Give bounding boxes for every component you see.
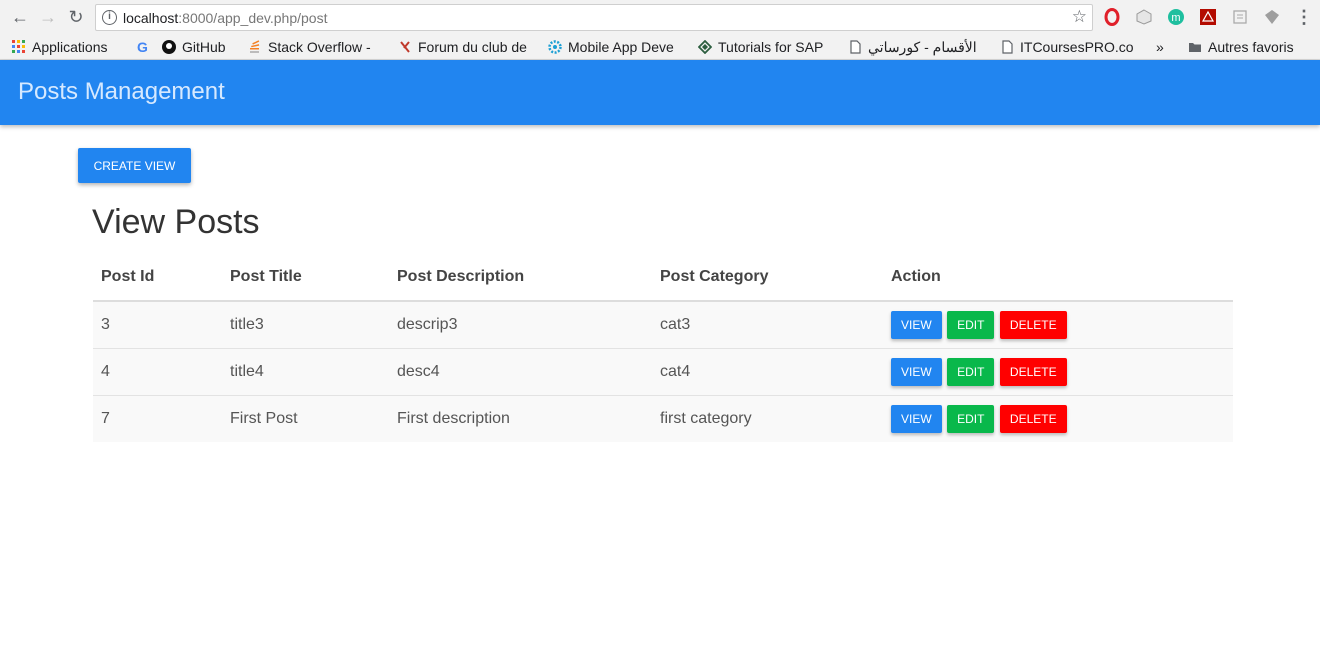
view-button[interactable]: VIEW xyxy=(891,357,942,386)
table-row: 4 title4 desc4 cat4 VIEW EDIT DELETE xyxy=(93,348,1233,396)
post-description-cell: desc4 xyxy=(389,348,652,396)
table-header-row: Post Id Post Title Post Description Post… xyxy=(93,254,1233,302)
apps-grid-icon xyxy=(12,40,25,53)
bookmark-forum-club[interactable]: Forum du club de xyxy=(398,37,536,57)
post-category-cell: cat3 xyxy=(652,301,883,349)
post-description-cell: First description xyxy=(397,409,510,427)
menu-kebab-icon[interactable]: ⋮ xyxy=(1294,7,1314,27)
reader-extension-icon[interactable] xyxy=(1231,8,1249,26)
bookmark-autres-favoris[interactable]: Autres favoris xyxy=(1188,37,1313,57)
post-id-cell: 7 xyxy=(101,409,110,427)
bookmark-stack-overflow[interactable]: Stack Overflow - xyxy=(248,37,386,57)
github-icon xyxy=(162,40,176,54)
m-extension-icon[interactable]: m xyxy=(1167,8,1185,26)
column-header-post-category: Post Category xyxy=(652,254,883,302)
action-cell: VIEW EDIT DELETE xyxy=(883,301,1233,349)
edit-button[interactable]: EDIT xyxy=(947,310,995,339)
post-title-cell: title4 xyxy=(222,348,389,396)
diamond-icon xyxy=(698,40,712,54)
reload-icon[interactable]: ↻ xyxy=(66,7,86,27)
info-icon[interactable]: i xyxy=(102,10,117,25)
bookmark-label: Applications xyxy=(32,39,108,55)
bookmark-label: الأقسام - كورساتي xyxy=(868,39,977,55)
bookmark-label: Forum du club de xyxy=(418,39,527,55)
post-id-cell: 4 xyxy=(93,348,222,396)
app-brand[interactable]: Posts Management xyxy=(18,78,225,106)
bookmark-label: GitHub xyxy=(182,39,226,55)
app-header: Posts Management xyxy=(0,60,1320,125)
delete-button[interactable]: DELETE xyxy=(999,404,1067,433)
bookmark-label: Mobile App Deve xyxy=(568,39,674,55)
bookmark-arabic-courses[interactable]: الأقسام - كورساتي xyxy=(848,37,988,57)
column-header-post-description: Post Description xyxy=(389,254,652,302)
google-icon[interactable]: G xyxy=(137,37,151,57)
bookmark-label: Stack Overflow - xyxy=(268,39,371,55)
bookmark-label: Autres favoris xyxy=(1208,39,1294,55)
svg-text:m: m xyxy=(1171,12,1180,24)
create-view-button[interactable]: CREATE VIEW xyxy=(78,148,191,183)
bookmark-tutorials-sap[interactable]: Tutorials for SAP xyxy=(698,37,836,57)
page-icon xyxy=(1002,40,1013,54)
post-title-cell: First Post xyxy=(230,409,298,427)
table-row: 7 First Post First description first cat… xyxy=(93,395,1233,442)
back-arrow-icon[interactable]: ← xyxy=(10,7,30,27)
post-description-cell: descrip3 xyxy=(389,301,652,349)
gear-icon xyxy=(548,40,562,54)
post-category-cell: cat4 xyxy=(652,348,883,396)
bookmark-label: ITCoursesPRO.co xyxy=(1020,39,1134,55)
bookmark-applications[interactable]: Applications xyxy=(12,37,127,57)
forward-arrow-icon[interactable]: → xyxy=(38,7,58,27)
bookmarks-bar: Applications G GitHub Stack Overflow - F… xyxy=(0,34,1320,60)
forum-icon xyxy=(400,41,410,53)
posts-table: Post Id Post Title Post Description Post… xyxy=(93,254,1233,442)
cube-extension-icon[interactable] xyxy=(1135,8,1153,26)
edit-button[interactable]: EDIT xyxy=(947,357,995,386)
delete-button[interactable]: DELETE xyxy=(999,310,1067,339)
bookmark-github[interactable]: GitHub xyxy=(162,37,240,57)
page-title: View Posts xyxy=(92,203,260,241)
edit-button[interactable]: EDIT xyxy=(947,404,995,433)
column-header-post-id: Post Id xyxy=(93,254,222,302)
page-icon xyxy=(850,40,861,54)
table-row: 3 title3 descrip3 cat3 VIEW EDIT DELETE xyxy=(93,301,1233,349)
pdf-extension-icon[interactable] xyxy=(1199,8,1217,26)
bookmark-star-icon[interactable]: ☆ xyxy=(1072,7,1087,27)
stack-overflow-icon xyxy=(250,40,260,53)
post-id-cell: 3 xyxy=(93,301,222,349)
bookmarks-overflow-button[interactable]: » xyxy=(1156,37,1170,57)
gem-extension-icon[interactable] xyxy=(1263,8,1281,26)
delete-button[interactable]: DELETE xyxy=(999,357,1067,386)
folder-icon xyxy=(1189,43,1201,52)
opera-icon[interactable] xyxy=(1103,8,1121,26)
action-cell: VIEW EDIT DELETE xyxy=(883,395,1233,442)
address-url[interactable]: localhost:8000/app_dev.php/post xyxy=(123,10,327,26)
post-title-cell: title3 xyxy=(222,301,389,349)
post-category-cell: first category xyxy=(660,409,752,427)
column-header-post-title: Post Title xyxy=(222,254,389,302)
bookmark-itcoursespro[interactable]: ITCoursesPRO.co xyxy=(1000,37,1140,57)
view-button[interactable]: VIEW xyxy=(891,310,942,339)
bookmark-mobile-app[interactable]: Mobile App Deve xyxy=(548,37,686,57)
view-button[interactable]: VIEW xyxy=(891,404,942,433)
bookmark-label: Tutorials for SAP xyxy=(718,39,824,55)
address-bar[interactable]: i localhost:8000/app_dev.php/post ☆ xyxy=(95,4,1093,31)
column-header-action: Action xyxy=(883,254,1233,302)
action-cell: VIEW EDIT DELETE xyxy=(883,348,1233,396)
browser-toolbar: ← → ↻ i localhost:8000/app_dev.php/post … xyxy=(0,0,1320,34)
